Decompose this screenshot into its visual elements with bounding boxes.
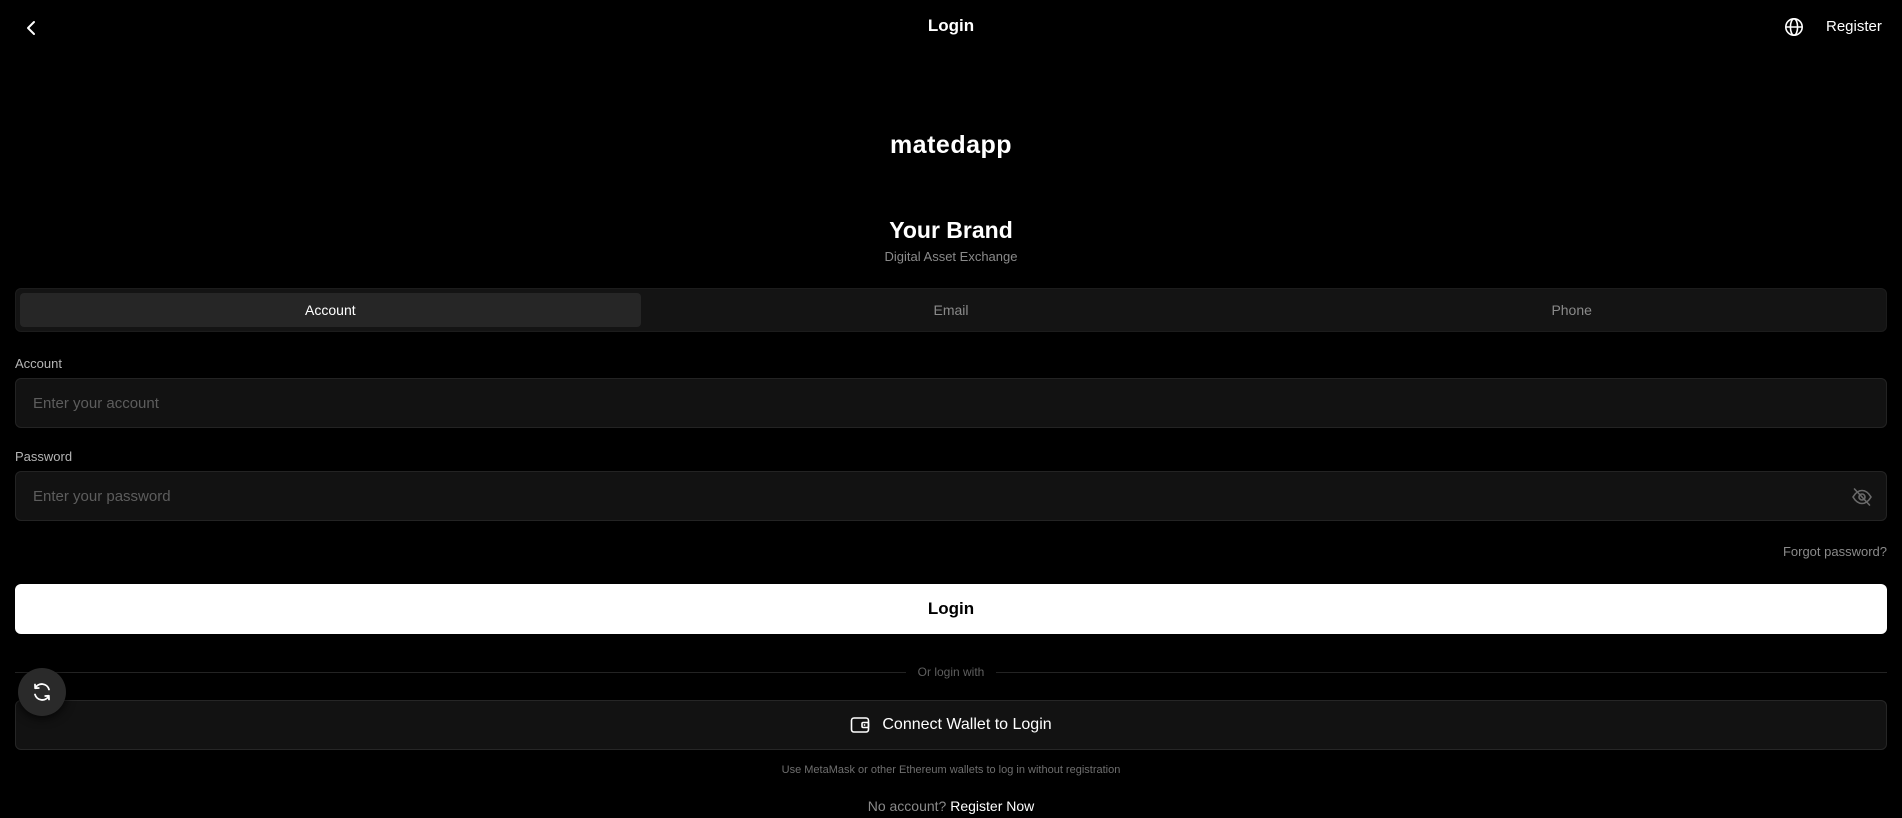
connect-wallet-label: Connect Wallet to Login bbox=[882, 716, 1052, 733]
divider-line-left bbox=[15, 671, 906, 673]
page-title: Login bbox=[927, 16, 975, 35]
account-label: Account bbox=[15, 356, 62, 371]
connect-wallet-button[interactable]: Connect Wallet to Login bbox=[15, 700, 1887, 750]
login-page: Login Register matedapp Your Brand Digit… bbox=[0, 0, 1902, 818]
chevron-left-icon bbox=[27, 21, 35, 35]
tab-email[interactable]: Email bbox=[641, 293, 1262, 327]
register-prompt: No account? Register Now bbox=[0, 798, 1902, 814]
refresh-button[interactable] bbox=[18, 668, 66, 716]
account-input[interactable] bbox=[16, 379, 1886, 427]
register-now-link[interactable]: Register Now bbox=[950, 798, 1034, 814]
wallet-icon bbox=[851, 717, 870, 733]
password-field-box bbox=[15, 471, 1887, 521]
tab-account[interactable]: Account bbox=[20, 293, 641, 327]
brand-name: Your Brand bbox=[889, 217, 1013, 243]
login-method-tabs: Account Email Phone bbox=[15, 288, 1887, 332]
password-label: Password bbox=[15, 449, 73, 464]
brand-logo: matedapp bbox=[889, 131, 1013, 159]
account-field-box bbox=[15, 378, 1887, 428]
divider-line-right bbox=[996, 671, 1888, 673]
eye-off-icon bbox=[1852, 488, 1872, 506]
brand-tagline: Digital Asset Exchange bbox=[884, 249, 1018, 264]
refresh-icon bbox=[34, 683, 50, 701]
no-account-text: No account? bbox=[867, 798, 947, 814]
password-input[interactable] bbox=[16, 472, 1886, 520]
or-divider: Or login with bbox=[15, 664, 1888, 680]
register-link[interactable]: Register bbox=[1826, 18, 1882, 35]
divider-text: Or login with bbox=[917, 665, 985, 679]
language-button[interactable] bbox=[1782, 15, 1806, 39]
password-visibility-toggle[interactable] bbox=[1850, 485, 1874, 509]
top-bar: Login Register bbox=[0, 0, 1902, 54]
globe-icon bbox=[1785, 18, 1803, 36]
wallet-hint: Use MetaMask or other Ethereum wallets t… bbox=[781, 764, 1121, 776]
forgot-password-link[interactable]: Forgot password? bbox=[1783, 544, 1887, 559]
tab-phone[interactable]: Phone bbox=[1261, 293, 1882, 327]
back-button[interactable] bbox=[18, 15, 44, 41]
page-title-wrap: Login bbox=[0, 16, 1902, 36]
login-button[interactable]: Login bbox=[15, 584, 1887, 634]
